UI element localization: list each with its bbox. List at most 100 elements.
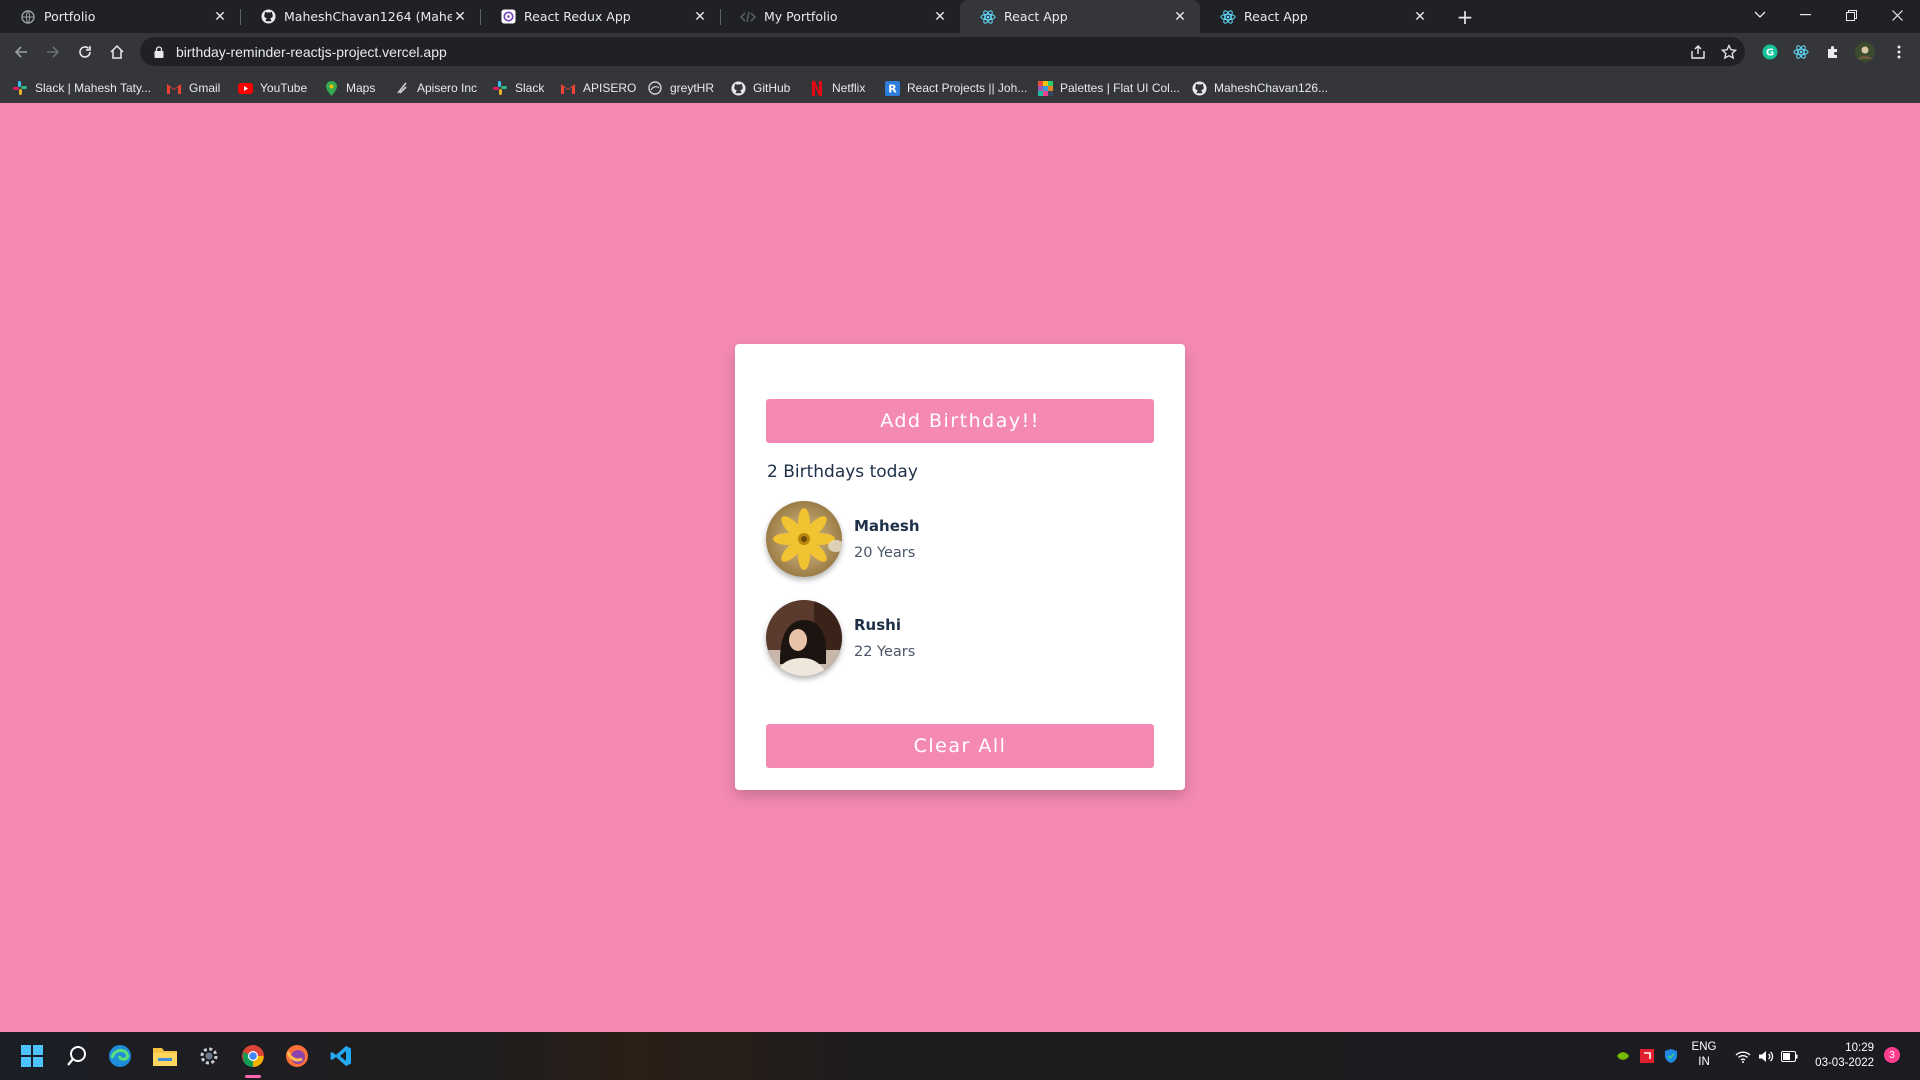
close-icon[interactable]: ✕	[212, 9, 228, 25]
tab-search-button[interactable]	[1737, 0, 1783, 30]
tab-react-app-active[interactable]: React App ✕	[960, 0, 1200, 33]
bookmark-apisero-mail[interactable]: APISERO	[560, 79, 636, 97]
vscode-icon[interactable]	[325, 1040, 357, 1072]
react-icon	[980, 9, 996, 25]
forward-button[interactable]	[41, 40, 65, 64]
restore-button[interactable]	[1828, 0, 1874, 30]
svg-text:R: R	[888, 82, 897, 95]
bookmark-github[interactable]: GitHub	[730, 79, 790, 97]
firefox-icon[interactable]	[281, 1040, 313, 1072]
slack-icon	[12, 80, 28, 96]
new-tab-button[interactable]: +	[1452, 4, 1478, 30]
netflix-icon	[809, 80, 825, 96]
url-text[interactable]: birthday-reminder-reactjs-project.vercel…	[176, 44, 447, 60]
bookmark-greythr[interactable]: greytHR	[647, 79, 714, 97]
bookmark-slack-mahesh[interactable]: Slack | Mahesh Taty...	[12, 79, 151, 97]
windows-start-icon[interactable]	[16, 1040, 48, 1072]
person-age: 22 Years	[854, 644, 916, 660]
tab-my-portfolio[interactable]: My Portfolio ✕	[720, 0, 960, 33]
edge-browser-icon[interactable]	[104, 1040, 136, 1072]
bookmark-youtube[interactable]: YouTube	[237, 79, 307, 97]
maps-icon	[323, 80, 339, 96]
share-icon[interactable]	[1686, 40, 1710, 64]
person-name: Rushi	[854, 616, 901, 634]
avatar	[766, 501, 842, 577]
bookmark-slack[interactable]: Slack	[492, 79, 544, 97]
tab-react-redux-app[interactable]: React Redux App ✕	[480, 0, 720, 33]
person-item: Mahesh 20 Years	[766, 501, 920, 577]
palette-icon	[1037, 80, 1053, 96]
bookmark-netflix[interactable]: Netflix	[809, 79, 865, 97]
birthday-card: Add Birthday!! 2 Birthdays today Mahesh …	[735, 344, 1185, 790]
bookmark-apisero-inc[interactable]: Apisero Inc	[394, 79, 477, 97]
amd-icon[interactable]	[1638, 1040, 1656, 1072]
github-icon	[260, 9, 276, 25]
reload-button[interactable]	[73, 40, 97, 64]
close-icon[interactable]: ✕	[692, 9, 708, 25]
apisero-icon	[394, 80, 410, 96]
clock[interactable]: 10:29 03-03-2022	[1808, 1041, 1874, 1071]
profile-avatar[interactable]	[1853, 40, 1877, 64]
redux-icon	[500, 9, 516, 25]
wifi-icon[interactable]	[1732, 1040, 1754, 1072]
close-window-button[interactable]	[1874, 0, 1920, 30]
tab-portfolio[interactable]: Portfolio ✕	[0, 0, 240, 33]
close-icon[interactable]: ✕	[452, 9, 468, 25]
avatar	[766, 600, 842, 676]
greythr-icon	[647, 80, 663, 96]
extensions-puzzle-icon[interactable]	[1821, 40, 1845, 64]
notification-badge[interactable]: 3	[1884, 1047, 1900, 1063]
minimize-button[interactable]	[1782, 0, 1828, 30]
page-content: Add Birthday!! 2 Birthdays today Mahesh …	[0, 103, 1920, 1032]
person-name: Mahesh	[854, 517, 920, 535]
address-bar[interactable]: birthday-reminder-reactjs-project.vercel…	[140, 37, 1745, 66]
bookmark-github-profile[interactable]: MaheshChavan126...	[1191, 79, 1328, 97]
globe-icon	[20, 9, 36, 25]
bookmark-gmail[interactable]: Gmail	[166, 79, 220, 97]
gmail-icon	[560, 80, 576, 96]
search-icon[interactable]	[61, 1040, 93, 1072]
security-shield-icon[interactable]	[1662, 1040, 1680, 1072]
nvidia-icon[interactable]	[1614, 1040, 1632, 1072]
github-icon	[730, 80, 746, 96]
file-explorer-icon[interactable]	[149, 1040, 181, 1072]
slack-icon	[492, 80, 508, 96]
settings-gear-icon[interactable]	[193, 1040, 225, 1072]
react-icon	[1220, 9, 1236, 25]
tab-strip: Portfolio ✕ MaheshChavan1264 (Mahesh Tat…	[0, 0, 1920, 33]
bookmark-star-icon[interactable]	[1717, 40, 1741, 64]
gmail-icon	[166, 80, 182, 96]
birthday-count-text: 2 Birthdays today	[767, 462, 918, 482]
react-devtools-icon[interactable]	[1789, 40, 1813, 64]
close-icon[interactable]: ✕	[1172, 9, 1188, 25]
add-birthday-button[interactable]: Add Birthday!!	[766, 399, 1154, 443]
clear-all-button[interactable]: Clear All	[766, 724, 1154, 768]
person-age: 20 Years	[854, 545, 916, 561]
github-icon	[1191, 80, 1207, 96]
close-icon[interactable]: ✕	[1412, 9, 1428, 25]
bookmarks-bar: Slack | Mahesh Taty... Gmail YouTube Map…	[0, 71, 1920, 103]
active-app-indicator	[245, 1075, 261, 1078]
youtube-icon	[237, 80, 253, 96]
tab-react-app[interactable]: React App ✕	[1200, 0, 1440, 33]
taskbar: ENG IN 10:29 03-03-2022	[0, 1032, 1920, 1080]
kebab-menu-icon[interactable]	[1887, 40, 1911, 64]
bookmark-react-projects[interactable]: R React Projects || Joh...	[884, 79, 1027, 97]
bookmark-maps[interactable]: Maps	[323, 79, 375, 97]
battery-icon[interactable]	[1778, 1040, 1800, 1072]
grammarly-icon[interactable]: G	[1758, 40, 1782, 64]
chrome-icon[interactable]	[237, 1040, 269, 1072]
r-icon: R	[884, 80, 900, 96]
home-button[interactable]	[105, 40, 129, 64]
close-icon[interactable]: ✕	[932, 9, 948, 25]
lock-icon[interactable]	[154, 45, 164, 58]
browser-toolbar: birthday-reminder-reactjs-project.vercel…	[0, 33, 1920, 71]
svg-text:G: G	[1766, 48, 1774, 59]
language-indicator[interactable]: ENG IN	[1688, 1040, 1720, 1070]
tab-github-profile[interactable]: MaheshChavan1264 (Mahesh Taty ✕	[240, 0, 480, 33]
person-item: Rushi 22 Years	[766, 600, 915, 676]
bookmark-palettes[interactable]: Palettes | Flat UI Col...	[1037, 79, 1180, 97]
back-button[interactable]	[9, 40, 33, 64]
code-icon	[740, 9, 756, 25]
volume-icon[interactable]	[1755, 1040, 1777, 1072]
